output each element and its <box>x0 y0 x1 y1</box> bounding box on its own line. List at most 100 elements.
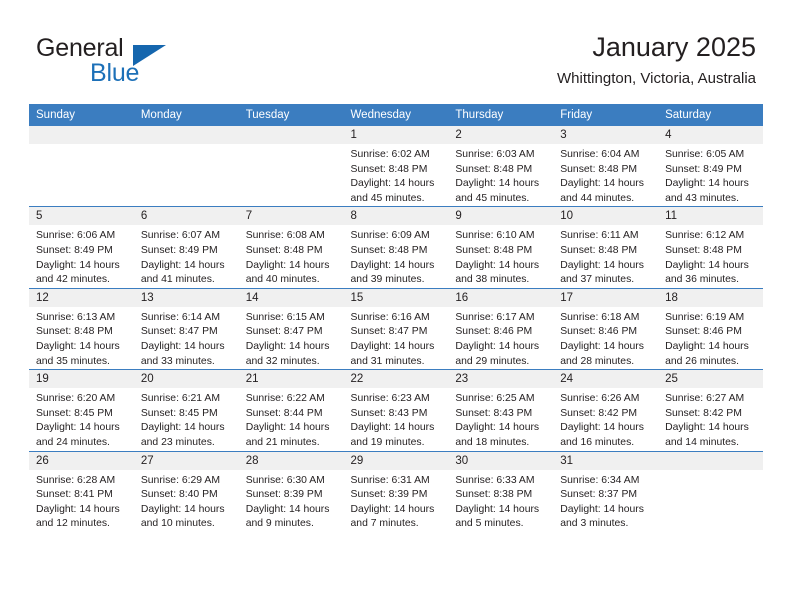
sunset-text: Sunset: 8:48 PM <box>350 244 428 256</box>
calendar-day-cell[interactable]: 8 Sunrise: 6:09 AM Sunset: 8:48 PM Daylight… <box>343 206 449 289</box>
calendar-day-cell[interactable]: 1 Sunrise: 6:02 AM Sunset: 8:48 PM Daylight… <box>343 126 449 207</box>
calendar-day-cell[interactable]: 26 Sunrise: 6:28 AM Sunset: 8:41 PM Dayligh… <box>29 450 134 532</box>
day-details: Sunrise: 6:13 AM Sunset: 8:48 PM Daylight:… <box>29 307 134 369</box>
calendar-day-cell[interactable]: 10 Sunrise: 6:11 AM Sunset: 8:48 PM Dayligh… <box>553 206 659 289</box>
sunrise-text: Sunrise: 6:28 AM <box>36 474 116 486</box>
calendar-day-cell[interactable]: 9 Sunrise: 6:10 AM Sunset: 8:48 PM Daylight… <box>448 206 554 289</box>
day-details: Sunrise: 6:25 AM Sunset: 8:43 PM Daylight:… <box>448 388 553 450</box>
daylight-text-line1: Daylight: 14 hours <box>665 340 749 352</box>
calendar-day-cell[interactable]: 17 Sunrise: 6:18 AM Sunset: 8:46 PM Dayligh… <box>553 287 659 370</box>
day-number: 24 <box>553 370 659 389</box>
day-number: 17 <box>553 288 659 307</box>
sunrise-text: Sunrise: 6:09 AM <box>350 230 430 242</box>
calendar-day-cell[interactable]: 24 Sunrise: 6:26 AM Sunset: 8:42 PM Dayligh… <box>553 369 659 451</box>
calendar-day-cell[interactable]: 21 Sunrise: 6:22 AM Sunset: 8:44 PM Dayligh… <box>238 369 344 451</box>
calendar-day-cell[interactable]: 7 Sunrise: 6:08 AM Sunset: 8:48 PM Daylight… <box>238 206 344 289</box>
calendar-day-cell[interactable]: 11 Sunrise: 6:12 AM Sunset: 8:48 PM Dayligh… <box>658 206 763 289</box>
day-details: Sunrise: 6:07 AM Sunset: 8:49 PM Daylight:… <box>134 225 239 287</box>
daylight-text-line1: Daylight: 14 hours <box>560 503 644 515</box>
calendar-day-cell[interactable]: 3 Sunrise: 6:04 AM Sunset: 8:48 PM Daylight… <box>553 126 659 207</box>
calendar-day-cell[interactable]: 12 Sunrise: 6:13 AM Sunset: 8:48 PM Dayligh… <box>29 287 134 370</box>
daylight-text-line2: and 38 minutes. <box>455 274 530 286</box>
sunrise-text: Sunrise: 6:10 AM <box>455 230 535 242</box>
sunset-text: Sunset: 8:40 PM <box>140 489 218 501</box>
calendar-day-cell[interactable]: 18 Sunrise: 6:19 AM Sunset: 8:46 PM Dayligh… <box>658 287 763 370</box>
day-number <box>133 126 239 144</box>
sunrise-text: Sunrise: 6:04 AM <box>560 149 640 160</box>
sunset-text: Sunset: 8:47 PM <box>245 326 323 338</box>
sunrise-text: Sunrise: 6:13 AM <box>36 311 116 323</box>
daylight-text-line2: and 19 minutes. <box>350 436 425 448</box>
sunrise-text: Sunrise: 6:08 AM <box>245 230 325 242</box>
day-details: Sunrise: 6:29 AM Sunset: 8:40 PM Daylight:… <box>134 470 239 532</box>
day-number: 3 <box>553 126 659 144</box>
sunrise-text: Sunrise: 6:03 AM <box>455 149 535 160</box>
calendar-day-cell[interactable]: 16 Sunrise: 6:17 AM Sunset: 8:46 PM Dayligh… <box>448 287 554 370</box>
day-details: Sunrise: 6:20 AM Sunset: 8:45 PM Daylight:… <box>29 388 134 450</box>
sunrise-text: Sunrise: 6:33 AM <box>455 474 535 486</box>
sunrise-text: Sunrise: 6:29 AM <box>140 474 220 486</box>
sunrise-text: Sunrise: 6:12 AM <box>665 230 745 242</box>
daylight-text-line1: Daylight: 14 hours <box>665 259 749 271</box>
calendar-day-cell[interactable]: 2 Sunrise: 6:03 AM Sunset: 8:48 PM Daylight… <box>448 126 554 207</box>
page-subtitle: Whittington, Victoria, Australia <box>557 70 756 87</box>
calendar-day-cell[interactable]: 13 Sunrise: 6:14 AM Sunset: 8:47 PM Dayligh… <box>133 287 239 370</box>
calendar-day-cell[interactable]: 31 Sunrise: 6:34 AM Sunset: 8:37 PM Dayligh… <box>553 450 659 532</box>
calendar-day-cell[interactable]: 27 Sunrise: 6:29 AM Sunset: 8:40 PM Dayligh… <box>133 450 239 532</box>
daylight-text-line1: Daylight: 14 hours <box>455 259 540 271</box>
calendar-day-cell[interactable] <box>658 450 763 532</box>
sunrise-text: Sunrise: 6:21 AM <box>140 393 220 405</box>
calendar-day-cell[interactable] <box>238 126 344 207</box>
calendar-day-cell[interactable]: 15 Sunrise: 6:16 AM Sunset: 8:47 PM Dayligh… <box>343 287 449 370</box>
sunset-text: Sunset: 8:45 PM <box>140 407 218 419</box>
day-details: Sunrise: 6:08 AM Sunset: 8:48 PM Daylight:… <box>239 225 344 287</box>
day-number: 12 <box>29 288 134 307</box>
calendar-day-cell[interactable]: 30 Sunrise: 6:33 AM Sunset: 8:38 PM Dayligh… <box>448 450 554 532</box>
sunset-text: Sunset: 8:47 PM <box>140 326 218 338</box>
calendar-day-cell[interactable]: 23 Sunrise: 6:25 AM Sunset: 8:43 PM Dayligh… <box>448 369 554 451</box>
daylight-text-line2: and 45 minutes. <box>455 192 530 204</box>
day-number: 31 <box>553 451 659 470</box>
day-details: Sunrise: 6:22 AM Sunset: 8:44 PM Daylight:… <box>239 388 344 450</box>
day-details: Sunrise: 6:04 AM Sunset: 8:48 PM Daylight:… <box>553 144 658 206</box>
sunset-text: Sunset: 8:46 PM <box>665 326 742 338</box>
daylight-text-line1: Daylight: 14 hours <box>560 259 644 271</box>
calendar-day-cell[interactable]: 25 Sunrise: 6:27 AM Sunset: 8:42 PM Dayligh… <box>658 369 763 451</box>
daylight-text-line1: Daylight: 14 hours <box>350 503 435 515</box>
calendar-day-cell[interactable]: 19 Sunrise: 6:20 AM Sunset: 8:45 PM Dayligh… <box>29 369 134 451</box>
daylight-text-line1: Daylight: 14 hours <box>560 178 644 190</box>
daylight-text-line2: and 18 minutes. <box>455 436 530 448</box>
calendar-day-cell[interactable]: 6 Sunrise: 6:07 AM Sunset: 8:49 PM Daylight… <box>133 206 239 289</box>
calendar-week-row: 19 Sunrise: 6:20 AM Sunset: 8:45 PM Dayligh… <box>29 369 763 451</box>
sunrise-text: Sunrise: 6:25 AM <box>455 393 535 405</box>
day-details: Sunrise: 6:26 AM Sunset: 8:42 PM Daylight:… <box>553 388 658 450</box>
calendar-day-cell[interactable] <box>133 126 239 207</box>
day-number: 14 <box>238 288 344 307</box>
calendar-day-cell[interactable]: 22 Sunrise: 6:23 AM Sunset: 8:43 PM Dayligh… <box>343 369 449 451</box>
sunset-text: Sunset: 8:48 PM <box>665 244 742 256</box>
daylight-text-line1: Daylight: 14 hours <box>350 178 435 190</box>
sunset-text: Sunset: 8:41 PM <box>36 489 113 501</box>
sunrise-text: Sunrise: 6:16 AM <box>350 311 430 323</box>
calendar-day-cell[interactable]: 29 Sunrise: 6:31 AM Sunset: 8:39 PM Dayligh… <box>343 450 449 532</box>
daylight-text-line2: and 23 minutes. <box>140 436 215 448</box>
brand-logo[interactable]: General Blue <box>36 34 236 90</box>
calendar-day-cell[interactable]: 28 Sunrise: 6:30 AM Sunset: 8:39 PM Dayligh… <box>238 450 344 532</box>
daylight-text-line1: Daylight: 14 hours <box>140 340 225 352</box>
day-details: Sunrise: 6:23 AM Sunset: 8:43 PM Daylight:… <box>344 388 449 450</box>
day-number: 5 <box>29 207 134 226</box>
calendar-day-cell[interactable] <box>29 126 134 207</box>
calendar-day-cell[interactable]: 20 Sunrise: 6:21 AM Sunset: 8:45 PM Dayligh… <box>133 369 239 451</box>
daylight-text-line2: and 42 minutes. <box>36 274 110 286</box>
sunrise-text: Sunrise: 6:20 AM <box>36 393 116 405</box>
daylight-text-line2: and 26 minutes. <box>665 355 739 367</box>
calendar-day-cell[interactable]: 5 Sunrise: 6:06 AM Sunset: 8:49 PM Daylight… <box>29 206 134 289</box>
daylight-text-line1: Daylight: 14 hours <box>245 340 330 352</box>
day-details: Sunrise: 6:31 AM Sunset: 8:39 PM Daylight:… <box>344 470 449 532</box>
calendar-day-cell[interactable]: 4 Sunrise: 6:05 AM Sunset: 8:49 PM Daylight… <box>658 126 763 207</box>
daylight-text-line1: Daylight: 14 hours <box>455 340 540 352</box>
day-details: Sunrise: 6:19 AM Sunset: 8:46 PM Daylight:… <box>658 307 763 369</box>
calendar-day-cell[interactable]: 14 Sunrise: 6:15 AM Sunset: 8:47 PM Dayligh… <box>238 287 344 370</box>
day-number: 29 <box>343 451 449 470</box>
day-details: Sunrise: 6:34 AM Sunset: 8:37 PM Daylight:… <box>553 470 658 532</box>
